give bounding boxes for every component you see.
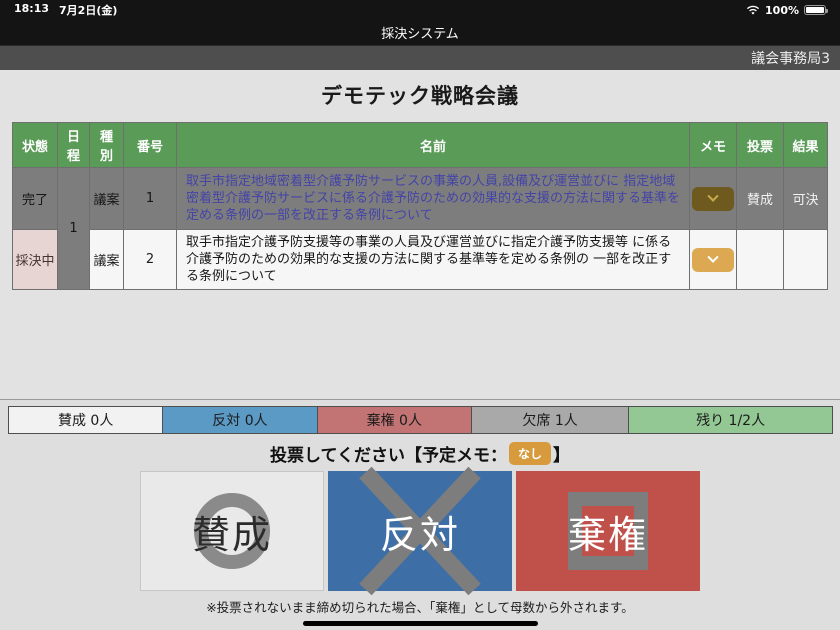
- app-title: 採決システム: [381, 23, 459, 42]
- prompt-prefix: 投票してください【予定メモ：: [270, 441, 507, 466]
- nav-bar: 採決システム: [0, 20, 840, 45]
- header-type: 種別: [90, 123, 124, 168]
- summary-oppose: 反対 0人: [162, 406, 317, 434]
- memo-badge: なし: [509, 442, 551, 465]
- header-number: 番号: [124, 123, 177, 168]
- type-cell: 議案: [90, 168, 124, 230]
- memo-cell: [690, 168, 737, 230]
- table-row-in-vote: 採決中 議案 2 取手市指定介護予防支援等の事業の人員及び運営並びに指定介護予防…: [13, 230, 828, 290]
- header-vote: 投票: [737, 123, 784, 168]
- agenda-name-link[interactable]: 取手市指定地域密着型介護予防サービスの事業の人員,設備及び運営並びに 指定地域密…: [186, 174, 680, 223]
- vote-abstain-button[interactable]: 棄権: [516, 471, 700, 591]
- agenda-name-cell: 取手市指定地域密着型介護予防サービスの事業の人員,設備及び運営並びに 指定地域密…: [177, 168, 690, 230]
- sub-header: 議会事務局3: [0, 45, 840, 70]
- table-header-row: 状態 日程 種別 番号 名前 メモ 投票 結果: [13, 123, 828, 168]
- prompt-suffix: 】: [553, 441, 570, 466]
- header-memo: メモ: [690, 123, 737, 168]
- header-schedule: 日程: [58, 123, 90, 168]
- type-cell: 議案: [90, 230, 124, 290]
- vote-buttons-row: 賛成 反対 棄権: [0, 471, 840, 591]
- summary-remaining: 残り 1/2人: [628, 406, 833, 434]
- agenda-name-cell: 取手市指定介護予防支援等の事業の人員及び運営並びに指定介護予防支援等 に係る介護…: [177, 230, 690, 290]
- memo-dropdown-button[interactable]: [692, 248, 734, 272]
- chevron-down-icon: [707, 190, 718, 201]
- home-indicator[interactable]: [303, 621, 538, 626]
- agenda-table: 状態 日程 種別 番号 名前 メモ 投票 結果 完了 1 議案 1 取手市指定地…: [12, 122, 828, 290]
- result-cell: [784, 230, 828, 290]
- memo-cell: [690, 230, 737, 290]
- status-cell: 完了: [13, 168, 58, 230]
- vote-oppose-button[interactable]: 反対: [328, 471, 512, 591]
- chevron-down-icon: [707, 251, 718, 262]
- number-cell: 1: [124, 168, 177, 230]
- vote-prompt: 投票してください【予定メモ： なし 】: [0, 441, 840, 466]
- header-status: 状態: [13, 123, 58, 168]
- voting-panel: 賛成 0人 反対 0人 棄権 0人 欠席 1人 残り 1/2人 投票してください…: [0, 399, 840, 630]
- battery-icon: [804, 5, 826, 15]
- date-label: 7月2日(金): [59, 2, 117, 18]
- schedule-cell: 1: [58, 168, 90, 290]
- vote-cell: [737, 230, 784, 290]
- vote-approve-button[interactable]: 賛成: [140, 471, 324, 591]
- clock-label: 18:13: [14, 2, 49, 18]
- summary-absent: 欠席 1人: [471, 406, 629, 434]
- ios-status-bar: 18:13 7月2日(金) 100%: [0, 0, 840, 20]
- main-content: デモテック戦略会議 状態 日程 種別 番号 名前 メモ 投票 結果 完了 1 議…: [0, 70, 840, 399]
- summary-abstain: 棄権 0人: [317, 406, 472, 434]
- page-title: デモテック戦略会議: [0, 80, 840, 110]
- header-result: 結果: [784, 123, 828, 168]
- result-cell: 可決: [784, 168, 828, 230]
- number-cell: 2: [124, 230, 177, 290]
- vote-note: ※投票されないまま締め切られた場合、「棄権」として母数から外されます。: [0, 597, 840, 616]
- vote-cell: 賛成: [737, 168, 784, 230]
- battery-percent-label: 100%: [765, 4, 799, 17]
- wifi-icon: [746, 5, 760, 16]
- vote-summary-bar: 賛成 0人 反対 0人 棄権 0人 欠席 1人 残り 1/2人: [8, 406, 832, 434]
- table-row-completed: 完了 1 議案 1 取手市指定地域密着型介護予防サービスの事業の人員,設備及び運…: [13, 168, 828, 230]
- header-name: 名前: [177, 123, 690, 168]
- summary-approve: 賛成 0人: [8, 406, 163, 434]
- memo-dropdown-button[interactable]: [692, 187, 734, 211]
- status-cell: 採決中: [13, 230, 58, 290]
- account-label: 議会事務局3: [751, 48, 830, 68]
